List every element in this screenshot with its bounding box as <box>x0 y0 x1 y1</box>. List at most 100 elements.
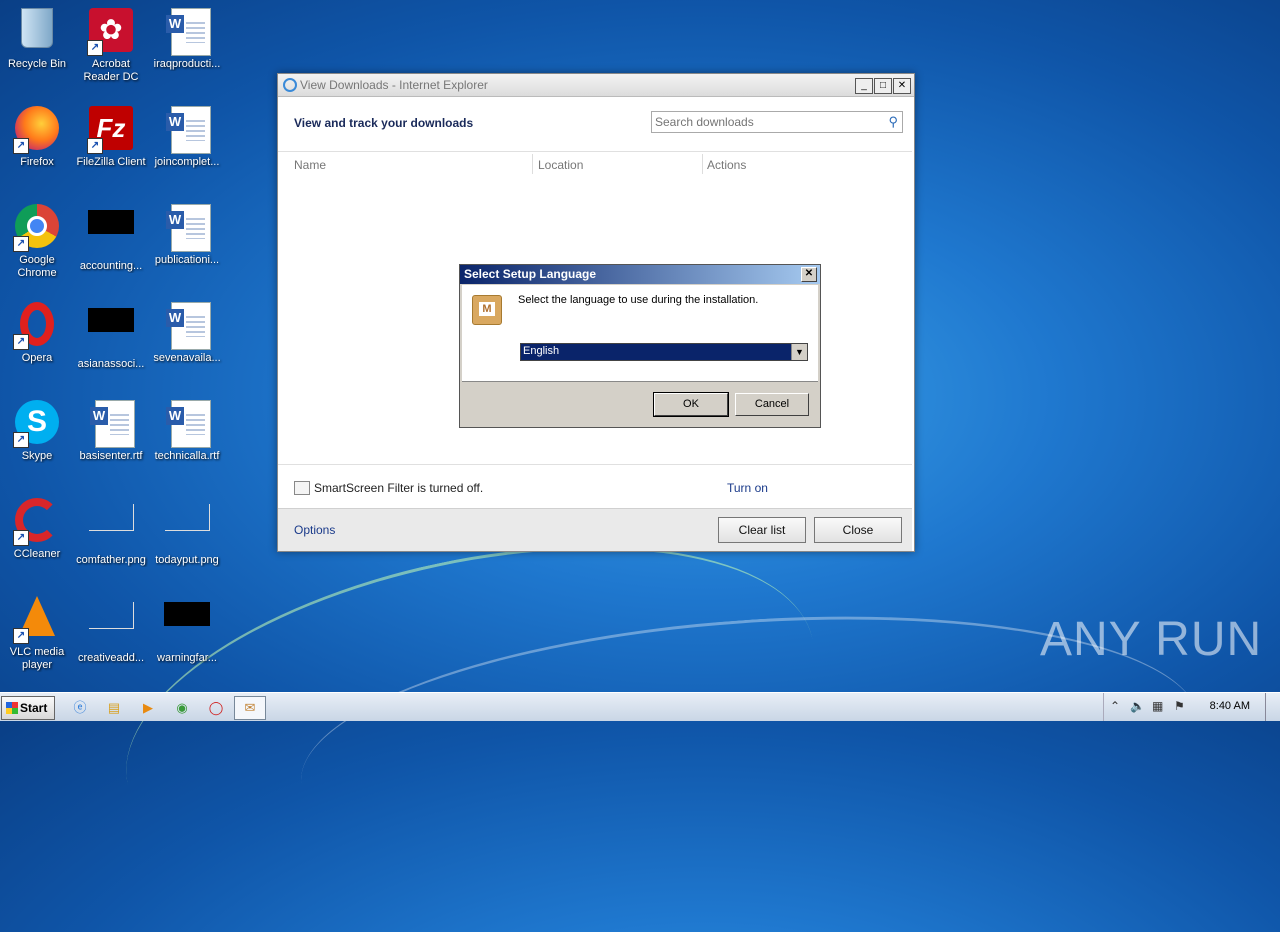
desktop-icon-label: creativeadd... <box>77 652 145 664</box>
desktop-icon-accounting[interactable]: accounting... <box>74 198 148 288</box>
selected-language: English <box>523 345 560 357</box>
desktop-icon-iraqproducti[interactable]: W iraqproducti... <box>150 2 224 92</box>
language-select[interactable]: English ▼ <box>520 343 808 361</box>
desktop-icon-label: FileZilla Client <box>76 156 146 168</box>
show-desktop-button[interactable] <box>1265 693 1280 721</box>
desktop-icon-sevenavaila[interactable]: W sevenavaila... <box>150 296 224 386</box>
desktop-icon-joincomplet[interactable]: W joincomplet... <box>150 100 224 190</box>
desktop-icon-acrobat[interactable]: ✿ ↗ Acrobat Reader DC <box>74 2 148 92</box>
cancel-button[interactable]: Cancel <box>735 393 809 416</box>
clear-list-button[interactable]: Clear list <box>718 517 806 543</box>
image-file-icon <box>163 504 211 552</box>
taskbar-chrome-icon[interactable]: ◉ <box>166 696 198 720</box>
tray-expand-icon[interactable]: ⌃ <box>1110 699 1120 713</box>
desktop-icon-filezilla[interactable]: Fz ↗ FileZilla Client <box>74 100 148 190</box>
search-box: ⚲ <box>651 111 903 133</box>
desktop-icon-chrome[interactable]: ↗ Google Chrome <box>0 198 74 288</box>
taskbar-setup-icon[interactable]: ✉ <box>234 696 266 720</box>
dialog-titlebar[interactable]: Select Setup Language ✕ <box>460 265 820 284</box>
desktop-icon-label: basisenter.rtf <box>79 450 143 462</box>
shortcut-arrow-icon: ↗ <box>87 138 103 154</box>
dialog-body: M Select the language to use during the … <box>462 285 818 382</box>
desktop-icon-ccleaner[interactable]: ↗ CCleaner <box>0 492 74 582</box>
desktop-icon-label: todayput.png <box>155 554 219 566</box>
system-tray: ⌃ 🔈 ▦ ⚑ 8:40 AM <box>1103 693 1280 721</box>
desktop-icon-comfather[interactable]: comfather.png <box>74 492 148 582</box>
word-doc-icon: W <box>87 400 135 448</box>
shortcut-arrow-icon: ↗ <box>13 628 29 644</box>
file-icon <box>163 602 211 650</box>
acrobat-icon: ✿ ↗ <box>87 8 135 56</box>
downloads-footer: Options Clear list Close <box>278 508 912 551</box>
search-input[interactable] <box>652 112 877 132</box>
volume-icon[interactable]: 🔈 <box>1130 699 1145 713</box>
desktop-icon-recycle-bin[interactable]: Recycle Bin <box>0 2 74 92</box>
taskbar-explorer-icon[interactable]: ▤ <box>98 696 130 720</box>
desktop-icon-label: Recycle Bin <box>7 58 67 70</box>
windows-logo-icon <box>6 702 18 714</box>
start-label: Start <box>20 701 48 715</box>
taskbar-media-player-icon[interactable]: ▶ <box>132 696 164 720</box>
desktop-icon-label: Acrobat Reader DC <box>83 58 139 83</box>
desktop-icon-label: Firefox <box>20 156 54 168</box>
desktop-icon-label: publicationi... <box>154 254 220 266</box>
smartscreen-status: SmartScreen Filter is turned off. <box>314 481 484 495</box>
desktop-icon-basisenter[interactable]: W basisenter.rtf <box>74 394 148 484</box>
filezilla-icon: Fz ↗ <box>87 106 135 154</box>
desktop-icon-firefox[interactable]: ↗ Firefox <box>0 100 74 190</box>
desktop-icon-technicalla[interactable]: W technicalla.rtf <box>150 394 224 484</box>
desktop-icon-label: asianassoci... <box>77 358 145 370</box>
chevron-down-icon[interactable]: ▼ <box>791 344 807 360</box>
shortcut-arrow-icon: ↗ <box>87 40 103 56</box>
search-icon[interactable]: ⚲ <box>888 114 898 130</box>
shortcut-arrow-icon: ↗ <box>13 236 29 252</box>
image-file-icon <box>87 602 135 650</box>
desktop-icon-vlc[interactable]: ↗ VLC media player <box>0 590 74 680</box>
turn-on-link[interactable]: Turn on <box>727 481 768 495</box>
desktop-icon-warningfar[interactable]: warningfar... <box>150 590 224 680</box>
desktop-icon-label: Opera <box>21 352 53 364</box>
network-icon[interactable]: ▦ <box>1152 699 1163 713</box>
clock[interactable]: 8:40 AM <box>1210 700 1250 712</box>
shortcut-arrow-icon: ↗ <box>13 432 29 448</box>
desktop-icon-publicationi[interactable]: W publicationi... <box>150 198 224 288</box>
chrome-icon: ↗ <box>13 204 61 252</box>
firefox-icon: ↗ <box>13 106 61 154</box>
minimize-button[interactable]: _ <box>855 78 873 94</box>
desktop-icon-label: sevenavaila... <box>153 352 221 364</box>
downloads-heading: View and track your downloads <box>294 116 474 130</box>
downloads-window-titlebar[interactable]: View Downloads - Internet Explorer _ □ ✕ <box>278 74 914 97</box>
column-name[interactable]: Name <box>294 158 326 172</box>
options-link[interactable]: Options <box>294 523 335 537</box>
taskbar-opera-icon[interactable]: ◯ <box>200 696 232 720</box>
shortcut-arrow-icon: ↗ <box>13 530 29 546</box>
shortcut-arrow-icon: ↗ <box>13 334 29 350</box>
action-center-flag-icon[interactable]: ⚑ <box>1174 699 1185 713</box>
ok-button[interactable]: OK <box>653 392 729 417</box>
vlc-icon: ↗ <box>13 596 61 644</box>
desktop-icon-label: VLC media player <box>9 646 65 671</box>
desktop-icon-todayput[interactable]: todayput.png <box>150 492 224 582</box>
file-icon <box>87 210 135 258</box>
window-title: View Downloads - Internet Explorer <box>300 78 488 92</box>
close-window-button[interactable]: ✕ <box>893 78 911 94</box>
dialog-close-button[interactable]: ✕ <box>801 267 817 282</box>
desktop-icon-asianassoci[interactable]: asianassoci... <box>74 296 148 386</box>
column-divider <box>702 154 703 174</box>
image-file-icon <box>87 504 135 552</box>
maximize-button[interactable]: □ <box>874 78 892 94</box>
desktop-icon-creativeadd[interactable]: creativeadd... <box>74 590 148 680</box>
column-location[interactable]: Location <box>538 158 583 172</box>
shortcut-arrow-icon: ↗ <box>13 138 29 154</box>
internet-explorer-icon <box>283 78 297 92</box>
taskbar: Start ⓔ ▤ ▶ ◉ ◯ ✉ ⌃ 🔈 ▦ ⚑ 8:40 AM <box>0 692 1280 721</box>
desktop-icon-opera[interactable]: ↗ Opera <box>0 296 74 386</box>
desktop-icon-label: Google Chrome <box>17 254 57 279</box>
word-doc-icon: W <box>163 204 211 252</box>
desktop-icon-label: iraqproducti... <box>153 58 221 70</box>
desktop-icon-skype[interactable]: S ↗ Skype <box>0 394 74 484</box>
close-button[interactable]: Close <box>814 517 902 543</box>
start-button[interactable]: Start <box>1 696 55 720</box>
column-actions[interactable]: Actions <box>707 158 746 172</box>
taskbar-internet-explorer-icon[interactable]: ⓔ <box>64 696 96 720</box>
